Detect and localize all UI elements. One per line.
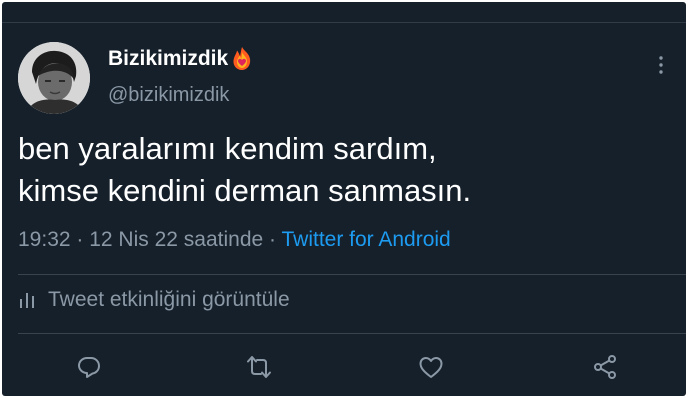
reply-icon[interactable]: [76, 354, 102, 380]
tweet-card: Bizikimizdik @bizikimizdik ben yaralarım…: [2, 2, 686, 396]
display-name-text: Bizikimizdik: [108, 47, 229, 70]
tweet-text-line: ben yaralarımı kendim sardım,: [18, 131, 437, 166]
share-icon[interactable]: [592, 354, 618, 380]
retweet-icon[interactable]: [246, 354, 272, 380]
view-activity-link[interactable]: Tweet etkinliğini görüntüle: [18, 288, 290, 312]
tweet-meta: 19:32 · 12 Nis 22 saatinde · Twitter for…: [18, 228, 451, 252]
username[interactable]: @bizikimizdik: [108, 84, 229, 107]
tweet-time[interactable]: 19:32: [18, 228, 71, 251]
more-options-icon[interactable]: [654, 54, 668, 76]
divider: [18, 333, 686, 334]
display-name[interactable]: Bizikimizdik: [108, 46, 254, 72]
view-activity-label: Tweet etkinliğini görüntüle: [48, 288, 290, 311]
divider: [18, 274, 686, 275]
tweet-text: ben yaralarımı kendim sardım, kimse kend…: [18, 128, 471, 212]
top-divider: [2, 22, 686, 23]
meta-separator: ·: [70, 228, 90, 251]
fire-heart-icon: [230, 46, 254, 72]
avatar[interactable]: [18, 42, 90, 114]
like-icon[interactable]: [418, 354, 444, 380]
tweet-date[interactable]: 12 Nis 22 saatinde: [89, 228, 263, 251]
meta-separator: ·: [263, 228, 282, 251]
tweet-text-line: kimse kendini derman sanmasın.: [18, 173, 472, 208]
tweet-source-link[interactable]: Twitter for Android: [281, 228, 450, 251]
analytics-icon: [18, 291, 36, 309]
